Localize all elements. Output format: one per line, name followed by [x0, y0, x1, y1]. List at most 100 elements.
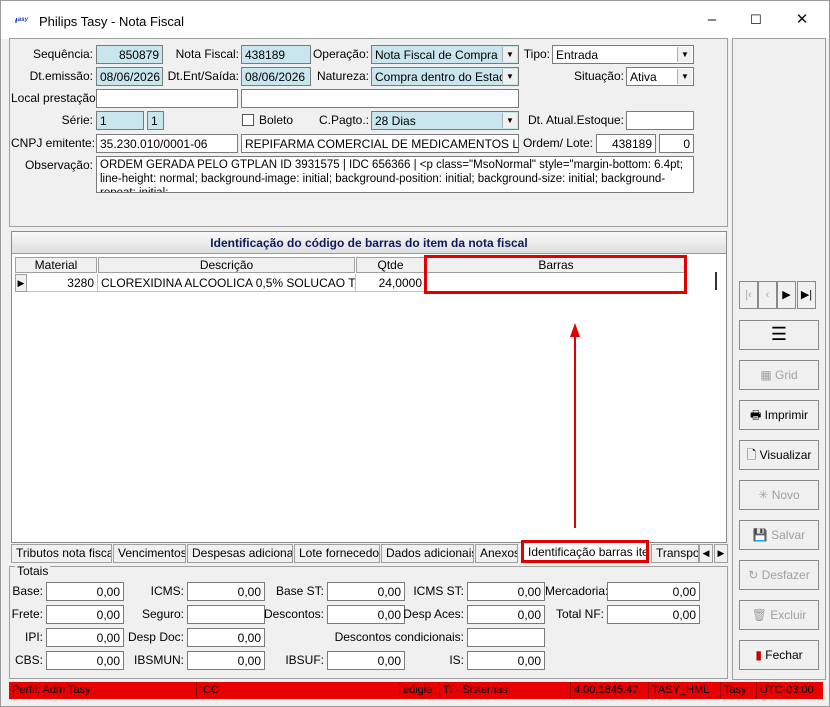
tab-despesas[interactable]: Despesas adicionais: [187, 544, 293, 563]
column-header-material[interactable]: Material: [15, 257, 97, 273]
tasy-logo-icon: ᵼᵃˢʸ: [15, 15, 28, 25]
seguro-field[interactable]: [187, 605, 265, 624]
fornecedor-field[interactable]: REPIFARMA COMERCIAL DE MEDICAMENTOS LTDA: [241, 134, 519, 153]
mercadoria-field[interactable]: 0,00: [607, 582, 700, 601]
cpagto-select[interactable]: 28 Dias ▼: [371, 111, 519, 130]
base-field[interactable]: 0,00: [46, 582, 124, 601]
save-icon: 💾: [752, 528, 772, 542]
lote-field[interactable]: 0: [659, 134, 694, 153]
cell-material[interactable]: 3280: [27, 274, 98, 292]
prev-record-icon[interactable]: ‹: [758, 281, 777, 309]
cbs-field[interactable]: 0,00: [46, 651, 124, 670]
status-usuario: edigle: [400, 682, 440, 699]
icms-field[interactable]: 0,00: [187, 582, 265, 601]
grid-icon: ▦: [760, 368, 775, 382]
icmsst-field[interactable]: 0,00: [467, 582, 545, 601]
column-header-descricao[interactable]: Descrição: [98, 257, 355, 273]
dt-atual-estoque-field[interactable]: [626, 111, 694, 130]
despdoc-field[interactable]: 0,00: [187, 628, 265, 647]
ordem-field[interactable]: 438189: [596, 134, 656, 153]
ibsmun-field[interactable]: 0,00: [187, 651, 265, 670]
salvar-button[interactable]: 💾 Salvar: [739, 520, 819, 550]
cpagto-value: 28 Dias: [375, 114, 416, 128]
cell-descricao[interactable]: CLOREXIDINA ALCOOLICA 0,5% SOLUCAO TOPIC…: [98, 274, 356, 292]
ordem-lote-label: Ordem/ Lote:: [522, 136, 593, 150]
close-button[interactable]: ✕: [779, 5, 825, 35]
natureza-select[interactable]: Compra dentro do Estado ▼: [371, 67, 519, 86]
dt-ent-label: Dt.Ent/Saída:: [167, 69, 239, 83]
status-estabelecimento: ICC: [197, 682, 400, 699]
is-field[interactable]: 0,00: [467, 651, 545, 670]
tipo-select[interactable]: Entrada ▼: [552, 45, 694, 64]
chevron-down-icon[interactable]: ▼: [502, 47, 517, 62]
boleto-checkbox[interactable]: [242, 114, 254, 126]
last-record-icon[interactable]: ▶|: [797, 281, 816, 309]
dt-ent-field[interactable]: 08/06/2026: [241, 67, 311, 86]
tab-anexos[interactable]: Anexos: [475, 544, 518, 563]
tipo-value: Entrada: [556, 48, 599, 62]
desfazer-button[interactable]: ↻ Desfazer: [739, 560, 819, 590]
tab-scroll-left-icon[interactable]: ◀: [699, 544, 713, 563]
status-versao: 4.00.1845.47: [571, 682, 649, 699]
totalnf-label: Total NF:: [555, 607, 604, 621]
tab-scroll-right-icon[interactable]: ▶: [714, 544, 728, 563]
local-prestacao-desc-field[interactable]: [241, 89, 519, 108]
tab-dados-adicionais[interactable]: Dados adicionais: [381, 544, 474, 563]
situacao-select[interactable]: Ativa ▼: [626, 67, 694, 86]
chevron-down-icon[interactable]: ▼: [677, 69, 692, 84]
window-title: Philips Tasy - Nota Fiscal: [39, 14, 184, 29]
tab-lote-fornecedor[interactable]: Lote fornecedor: [294, 544, 380, 563]
dt-atual-estoque-label: Dt. Atual.Estoque:: [527, 113, 624, 127]
next-record-icon[interactable]: ▶: [777, 281, 796, 309]
observacao-field[interactable]: ORDEM GERADA PELO GTPLAN ID 3931575 | ID…: [96, 156, 694, 193]
despdoc-label: Desp Doc:: [127, 630, 184, 644]
situacao-label: Situação:: [573, 69, 624, 83]
dt-emissao-field[interactable]: 08/06/2026: [96, 67, 163, 86]
ipi-label: IPI:: [24, 630, 43, 644]
tab-identificacao-barras[interactable]: Identificação barras item: [521, 540, 649, 563]
ipi-field[interactable]: 0,00: [46, 628, 124, 647]
row-selector-arrow-icon: ▶: [15, 274, 27, 292]
operacao-select[interactable]: Nota Fiscal de Compra ▼: [371, 45, 519, 64]
nota-fiscal-field[interactable]: 438189: [241, 45, 311, 64]
frete-field[interactable]: 0,00: [46, 605, 124, 624]
first-record-icon[interactable]: |‹: [739, 281, 758, 309]
cell-qtde[interactable]: 24,0000: [356, 274, 426, 292]
chevron-down-icon[interactable]: ▼: [502, 69, 517, 84]
imprimir-button[interactable]: 🖶 Imprimir: [739, 400, 819, 430]
ibsuf-field[interactable]: 0,00: [327, 651, 405, 670]
sequencia-field[interactable]: 850879: [96, 45, 163, 64]
tab-vencimentos[interactable]: Vencimentos: [113, 544, 186, 563]
tab-transport[interactable]: Transport: [651, 544, 699, 563]
sequencia-label: Sequência:: [32, 47, 93, 61]
local-prestacao-field[interactable]: [96, 89, 238, 108]
vertical-scrollbar[interactable]: [715, 272, 717, 290]
tipo-label: Tipo:: [523, 47, 550, 61]
cbs-label: CBS:: [14, 653, 43, 667]
excluir-button[interactable]: 🗑 Excluir: [739, 600, 819, 630]
menu-hamburger-icon[interactable]: ☰: [739, 320, 819, 350]
undo-icon: ↻: [748, 568, 762, 582]
totalnf-field[interactable]: 0,00: [607, 605, 700, 624]
app-window: ᵼᵃˢʸ Philips Tasy - Nota Fiscal – ☐ ✕ Se…: [0, 0, 830, 707]
cnpj-field[interactable]: 35.230.010/0001-06: [96, 134, 238, 153]
minimize-button[interactable]: –: [689, 5, 735, 35]
descontos-condicionais-field[interactable]: [467, 628, 545, 647]
ibsuf-label: IBSUF:: [285, 653, 324, 667]
serie-field-2[interactable]: 1: [147, 111, 164, 130]
column-header-qtde[interactable]: Qtde: [356, 257, 425, 273]
serie-field[interactable]: 1: [96, 111, 144, 130]
descontos-field[interactable]: 0,00: [327, 605, 405, 624]
frete-label: Frete:: [11, 607, 43, 621]
chevron-down-icon[interactable]: ▼: [502, 113, 517, 128]
natureza-label: Natureza:: [316, 69, 369, 83]
grid-button[interactable]: ▦ Grid: [739, 360, 819, 390]
visualizar-button[interactable]: 🗋 Visualizar: [739, 440, 819, 470]
despaces-field[interactable]: 0,00: [467, 605, 545, 624]
tab-tributos[interactable]: Tributos nota fiscal: [11, 544, 112, 563]
chevron-down-icon[interactable]: ▼: [677, 47, 692, 62]
basest-field[interactable]: 0,00: [327, 582, 405, 601]
novo-button[interactable]: ✳ Novo: [739, 480, 819, 510]
maximize-button[interactable]: ☐: [733, 5, 779, 35]
fechar-button[interactable]: ▮ Fechar: [739, 640, 819, 670]
